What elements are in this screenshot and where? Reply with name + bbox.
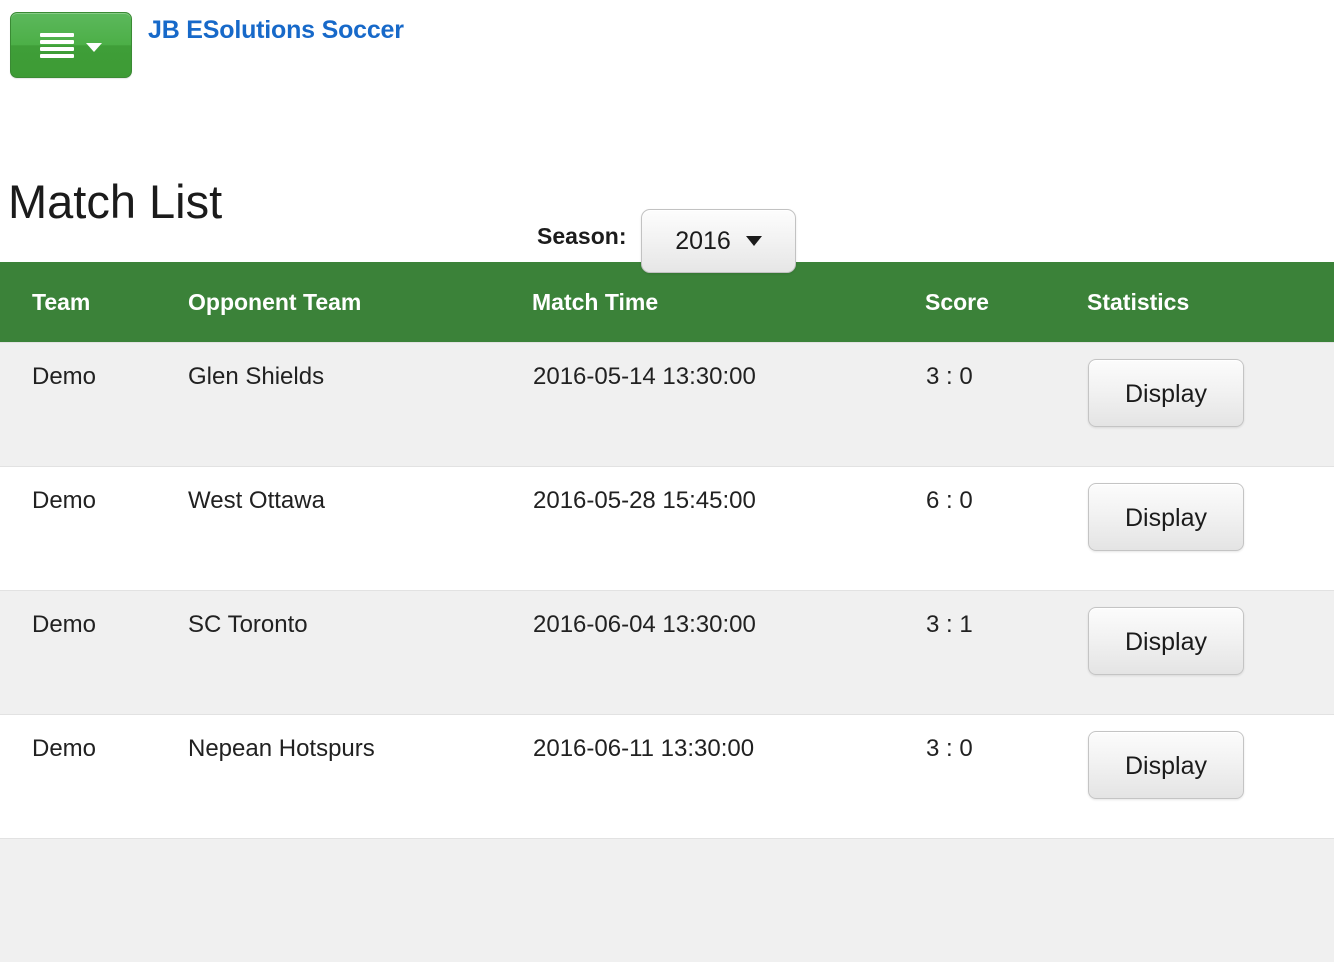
table-row-partial bbox=[0, 839, 1334, 962]
season-selector-row: Season: 2016 bbox=[0, 92, 1334, 182]
display-button[interactable]: Display bbox=[1088, 359, 1244, 427]
cell-statistics bbox=[1087, 839, 1334, 962]
match-list-table-container: Team Opponent Team Match Time Score Stat… bbox=[0, 262, 1334, 962]
cell-match-time: 2016-06-04 13:30:00 bbox=[532, 591, 925, 715]
cell-team: Demo bbox=[0, 591, 188, 715]
cell-score: 3 : 0 bbox=[925, 343, 1087, 467]
column-header-statistics: Statistics bbox=[1087, 262, 1334, 343]
cell-opponent-team: SC Toronto bbox=[188, 591, 532, 715]
page-title: Match List bbox=[0, 174, 1334, 230]
cell-statistics: Display bbox=[1087, 343, 1334, 467]
table-row: Demo Glen Shields 2016-05-14 13:30:00 3 … bbox=[0, 343, 1334, 467]
cell-score: 3 : 1 bbox=[925, 591, 1087, 715]
cell-score: 3 : 0 bbox=[925, 715, 1087, 839]
table-body: Demo Glen Shields 2016-05-14 13:30:00 3 … bbox=[0, 343, 1334, 962]
display-button[interactable]: Display bbox=[1088, 483, 1244, 551]
hamburger-menu-icon bbox=[40, 33, 74, 58]
table-row: Demo SC Toronto 2016-06-04 13:30:00 3 : … bbox=[0, 591, 1334, 715]
cell-match-time: 2016-06-11 13:30:00 bbox=[532, 715, 925, 839]
cell-match-time: 2016-05-28 15:45:00 bbox=[532, 467, 925, 591]
cell-match-time bbox=[532, 839, 925, 962]
display-button[interactable]: Display bbox=[1088, 607, 1244, 675]
cell-team: Demo bbox=[0, 715, 188, 839]
table-header-row: Team Opponent Team Match Time Score Stat… bbox=[0, 262, 1334, 343]
table-row: Demo Nepean Hotspurs 2016-06-11 13:30:00… bbox=[0, 715, 1334, 839]
brand-title[interactable]: JB ESolutions Soccer bbox=[148, 16, 404, 45]
cell-match-time: 2016-05-14 13:30:00 bbox=[532, 343, 925, 467]
cell-statistics: Display bbox=[1087, 467, 1334, 591]
column-header-score: Score bbox=[925, 262, 1087, 343]
cell-opponent-team bbox=[188, 839, 532, 962]
cell-opponent-team: Nepean Hotspurs bbox=[188, 715, 532, 839]
top-navbar: JB ESolutions Soccer bbox=[0, 0, 1334, 92]
chevron-down-icon bbox=[746, 236, 762, 246]
cell-team: Demo bbox=[0, 343, 188, 467]
cell-statistics: Display bbox=[1087, 591, 1334, 715]
cell-score: 6 : 0 bbox=[925, 467, 1087, 591]
column-header-opponent-team: Opponent Team bbox=[188, 262, 532, 343]
cell-statistics: Display bbox=[1087, 715, 1334, 839]
cell-team bbox=[0, 839, 188, 962]
table-row: Demo West Ottawa 2016-05-28 15:45:00 6 :… bbox=[0, 467, 1334, 591]
column-header-match-time: Match Time bbox=[532, 262, 925, 343]
season-selected-value: 2016 bbox=[675, 227, 731, 256]
hamburger-menu-button[interactable] bbox=[10, 12, 132, 78]
chevron-down-icon bbox=[86, 43, 102, 52]
match-list-table: Team Opponent Team Match Time Score Stat… bbox=[0, 262, 1334, 962]
cell-opponent-team: Glen Shields bbox=[188, 343, 532, 467]
cell-score bbox=[925, 839, 1087, 962]
cell-team: Demo bbox=[0, 467, 188, 591]
table-header: Team Opponent Team Match Time Score Stat… bbox=[0, 262, 1334, 343]
display-button[interactable]: Display bbox=[1088, 731, 1244, 799]
column-header-team: Team bbox=[0, 262, 188, 343]
cell-opponent-team: West Ottawa bbox=[188, 467, 532, 591]
